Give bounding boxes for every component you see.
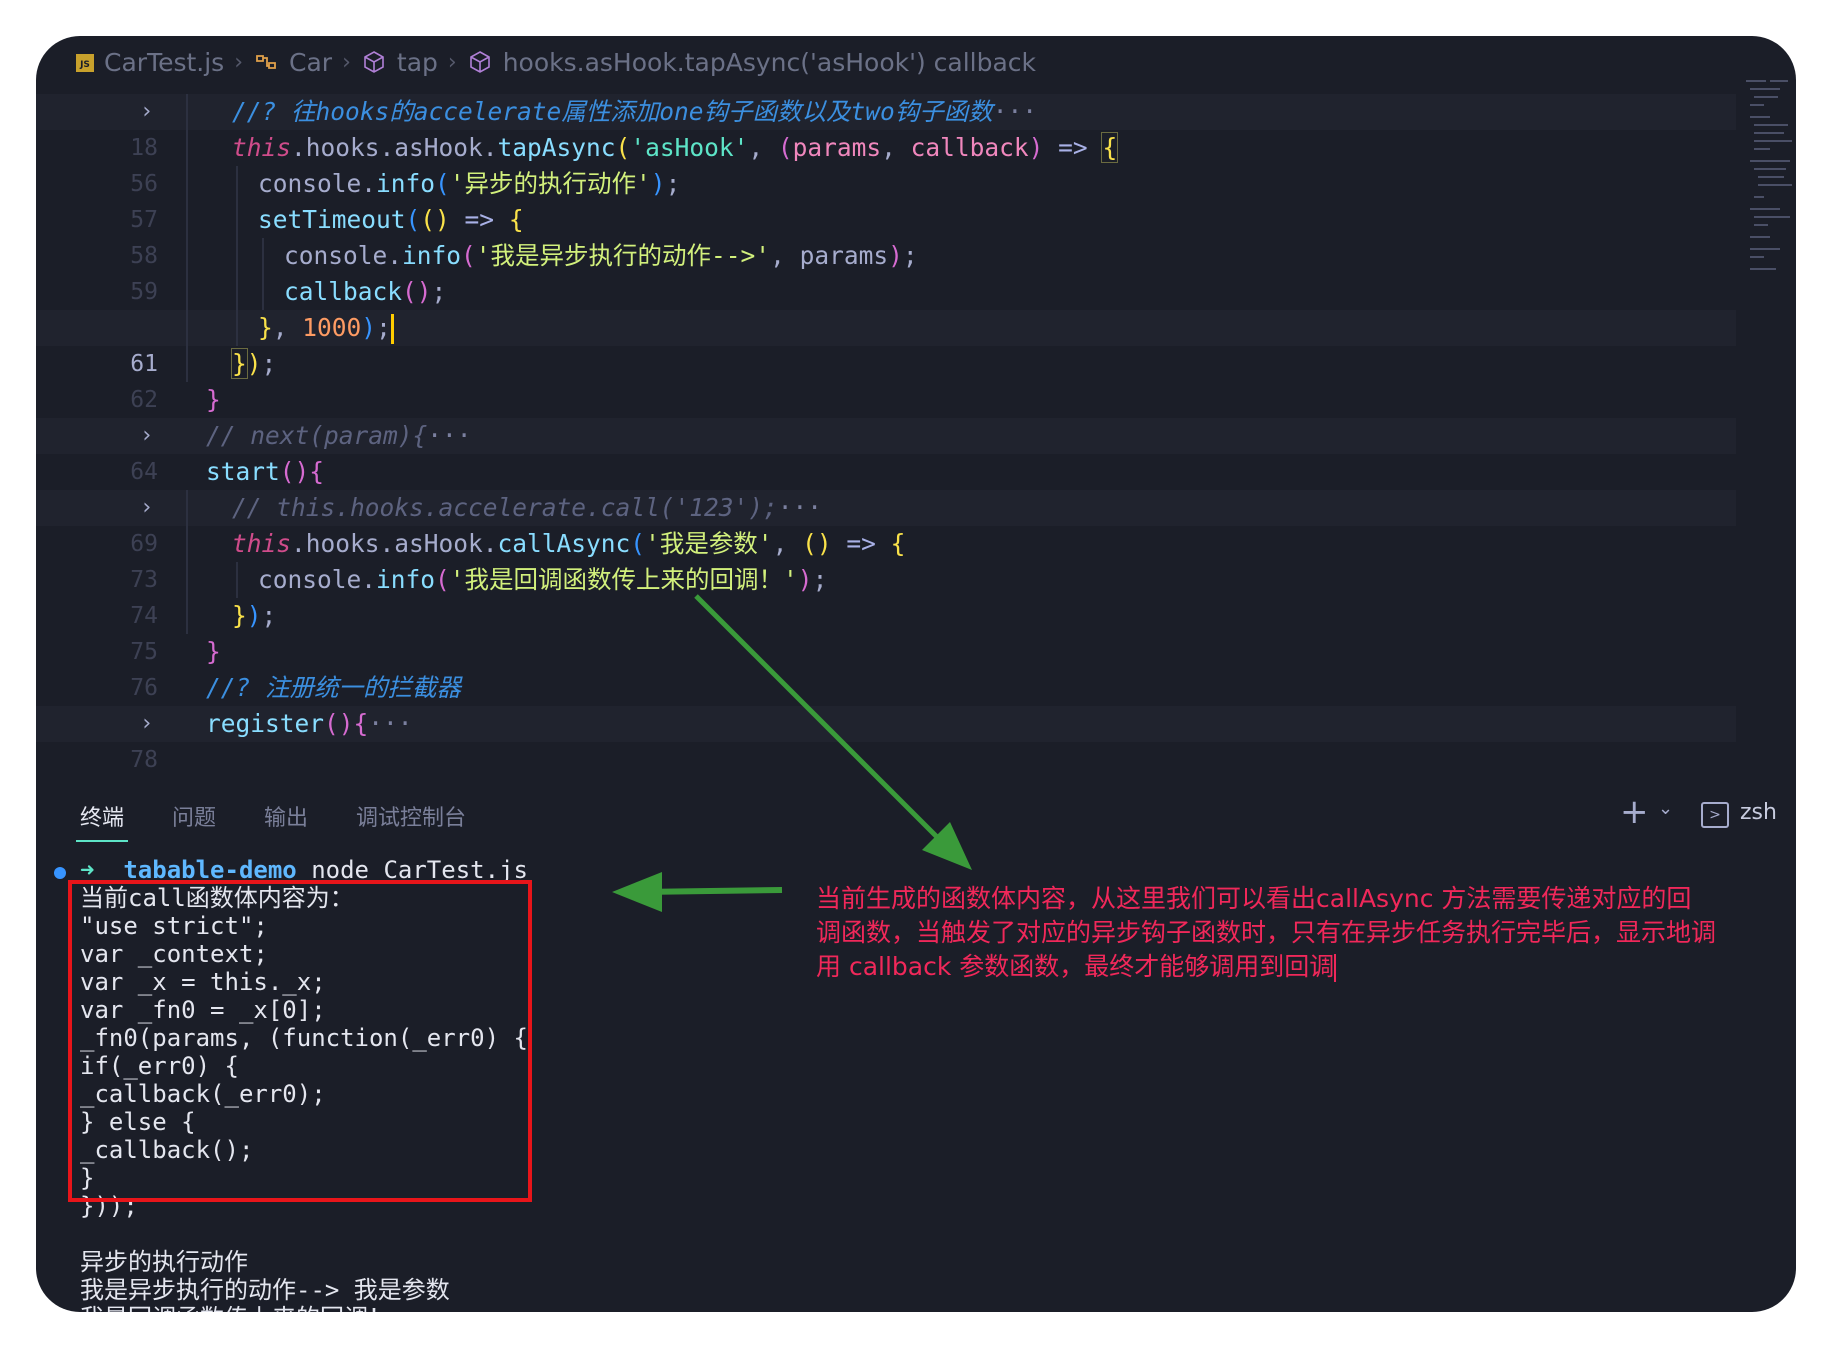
code-line[interactable]: 69 › // this.hooks.accelerate.call('123'… bbox=[36, 490, 1736, 557]
code-line[interactable]: 75 }); bbox=[36, 598, 1736, 665]
terminal-line: 异步的执行动作 bbox=[80, 1248, 248, 1276]
new-terminal-plus-icon[interactable]: + bbox=[1620, 792, 1649, 832]
method-cube-icon bbox=[467, 49, 493, 75]
tab-output[interactable]: 输出 bbox=[264, 800, 308, 832]
text-cursor bbox=[390, 314, 394, 344]
breadcrumb-callback[interactable]: hooks.asHook.tapAsync('asHook') callback bbox=[503, 48, 1036, 77]
terminal-line: 我是回调函数传上来的回调！ bbox=[80, 1304, 392, 1312]
code-line[interactable]: 60 callback(); bbox=[36, 274, 1736, 341]
code-line[interactable]: 62 }); bbox=[36, 346, 1736, 413]
code-line[interactable]: 78 › register(){··· bbox=[36, 706, 1736, 773]
code-line[interactable]: 56 this.hooks.asHook.tapAsync('asHook', … bbox=[36, 130, 1736, 197]
chevron-down-icon[interactable]: ⌄ bbox=[1658, 798, 1673, 819]
class-icon bbox=[253, 49, 279, 75]
terminal-line: 我是异步执行的动作--> 我是参数 bbox=[80, 1276, 450, 1304]
fold-chevron-icon[interactable]: › bbox=[140, 490, 153, 526]
tab-debug-console[interactable]: 调试控制台 bbox=[356, 800, 466, 832]
method-cube-icon bbox=[361, 49, 387, 75]
chevron-right-icon: › bbox=[447, 49, 457, 75]
code-line-current[interactable]: 61 }, 1000); bbox=[36, 310, 1736, 377]
tab-terminal[interactable]: 终端 bbox=[80, 800, 124, 832]
terminal-icon[interactable]: > bbox=[1701, 802, 1729, 828]
code-line[interactable]: 74 console.info('我是回调函数传上来的回调！'); bbox=[36, 562, 1736, 629]
minimap[interactable] bbox=[1742, 76, 1794, 286]
annotation-text: 当前生成的函数体内容，从这里我们可以看出callAsync 方法需要传递对应的回… bbox=[816, 884, 1717, 982]
code-line[interactable]: 18 › //? 往hooks的accelerate属性添加one钩子函数以及t… bbox=[36, 94, 1736, 161]
highlight-box bbox=[68, 880, 532, 1202]
code-line[interactable]: 76 } bbox=[36, 634, 1736, 701]
fold-chevron-icon[interactable]: › bbox=[140, 706, 153, 742]
breadcrumb-class[interactable]: Car bbox=[289, 48, 332, 77]
code-line[interactable]: 57 console.info('异步的执行动作'); bbox=[36, 166, 1736, 233]
code-line[interactable]: 59 console.info('我是异步执行的动作-->', params); bbox=[36, 238, 1736, 305]
code-comment: //? 往hooks的accelerate属性添加one钩子函数以及two钩子函… bbox=[232, 97, 993, 126]
shell-name[interactable]: zsh bbox=[1740, 800, 1777, 825]
chevron-right-icon: › bbox=[234, 49, 244, 75]
code-line[interactable]: 63 } bbox=[36, 382, 1736, 449]
editor-window: JS CarTest.js › Car › tap › hooks.asHook… bbox=[36, 36, 1796, 1312]
chevron-right-icon: › bbox=[342, 49, 351, 75]
text-cursor bbox=[1334, 954, 1337, 982]
code-line[interactable]: 64 › // next(param){··· bbox=[36, 418, 1736, 485]
breadcrumb-file[interactable]: CarTest.js bbox=[104, 48, 224, 77]
fold-chevron-icon[interactable]: › bbox=[140, 418, 153, 454]
tab-problems[interactable]: 问题 bbox=[172, 800, 216, 832]
code-line[interactable]: 58 setTimeout(() => { bbox=[36, 202, 1736, 269]
code-line[interactable]: 68 start(){ bbox=[36, 454, 1736, 521]
code-comment: // this.hooks.accelerate.call('123'); bbox=[232, 493, 778, 522]
code-comment: //? 注册统一的拦截器 bbox=[206, 673, 462, 702]
code-line[interactable]: 73 this.hooks.asHook.callAsync('我是参数', (… bbox=[36, 526, 1736, 593]
breadcrumb-method[interactable]: tap bbox=[397, 48, 438, 77]
breadcrumb: JS CarTest.js › Car › tap › hooks.asHook… bbox=[76, 36, 1796, 88]
code-line[interactable]: 77 //? 注册统一的拦截器 bbox=[36, 670, 1736, 737]
line-number: 78 bbox=[130, 747, 158, 773]
code-comment: // next(param){ bbox=[206, 421, 428, 450]
code-editor[interactable]: 18 › //? 往hooks的accelerate属性添加one钩子函数以及t… bbox=[36, 88, 1736, 784]
panel-tab-bar: 终端 问题 输出 调试控制台 + ⌄ > zsh bbox=[36, 784, 1796, 854]
active-tab-indicator bbox=[76, 840, 128, 842]
command-status-dot bbox=[54, 867, 66, 879]
fold-chevron-icon[interactable]: › bbox=[140, 94, 153, 130]
js-file-icon: JS bbox=[76, 54, 94, 72]
